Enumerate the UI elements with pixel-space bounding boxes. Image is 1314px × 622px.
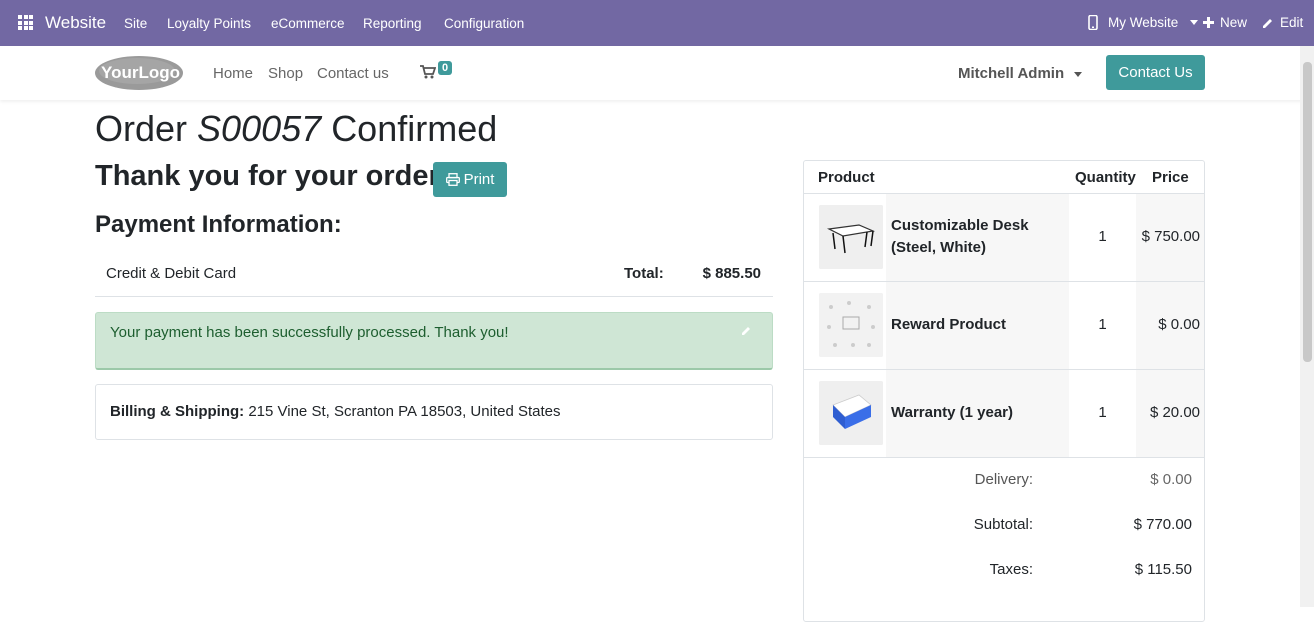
cart-count-badge: 0 bbox=[438, 61, 453, 75]
product-quantity: 1 bbox=[1098, 316, 1107, 333]
printer-icon bbox=[445, 173, 460, 186]
table-row: Warranty (1 year) 1 $ 20.00 bbox=[804, 370, 1204, 458]
summary-row: Taxes: $ 115.50 bbox=[804, 548, 1204, 593]
product-price: $ 0.00 bbox=[1158, 316, 1200, 333]
chevron-down-icon bbox=[1190, 20, 1199, 25]
contact-us-button[interactable]: Contact Us bbox=[1106, 55, 1205, 90]
user-name: Mitchell Admin bbox=[958, 65, 1065, 82]
menu-reporting[interactable]: Reporting bbox=[363, 16, 422, 31]
pencil-icon bbox=[1263, 18, 1272, 28]
print-label: Print bbox=[463, 171, 495, 188]
scrollbar-thumb[interactable] bbox=[1303, 62, 1312, 362]
shopping-cart-icon[interactable] bbox=[420, 65, 436, 79]
subtotal-value: $ 770.00 bbox=[1133, 516, 1192, 533]
nav-contact-us[interactable]: Contact us bbox=[317, 65, 389, 82]
menu-configuration[interactable]: Configuration bbox=[444, 16, 524, 31]
admin-topbar: Website Site Loyalty Points eCommerce Re… bbox=[0, 0, 1314, 46]
product-name: Reward Product bbox=[891, 316, 1007, 333]
logo-image[interactable]: YourLogo bbox=[95, 55, 183, 91]
product-variant: (Steel, White) bbox=[891, 239, 987, 256]
table-row: Customizable Desk (Steel, White) 1 $ 750… bbox=[804, 194, 1204, 282]
new-button[interactable]: New bbox=[1203, 15, 1247, 30]
pencil-icon[interactable] bbox=[741, 325, 752, 336]
delivery-value: $ 0.00 bbox=[1150, 471, 1192, 488]
page-title: Order S00057 Confirmed bbox=[95, 108, 498, 149]
site-header: YourLogo Home Shop Contact us 0 Mitchell… bbox=[0, 46, 1314, 100]
product-name: Customizable Desk bbox=[891, 217, 1029, 234]
plus-icon bbox=[1203, 17, 1214, 28]
chevron-down-icon bbox=[1074, 71, 1083, 77]
payment-success-alert: Your payment has been successfully proce… bbox=[95, 312, 773, 370]
product-quantity: 1 bbox=[1098, 228, 1107, 245]
total-value: $ 885.50 bbox=[702, 265, 761, 282]
product-name: Warranty (1 year) bbox=[891, 404, 1013, 421]
print-button[interactable]: Print bbox=[433, 162, 507, 197]
product-price: $ 750.00 bbox=[1141, 228, 1200, 245]
billing-shipping-address: Billing & Shipping: 215 Vine St, Scranto… bbox=[110, 403, 561, 420]
table-row: Reward Product 1 $ 0.00 bbox=[804, 282, 1204, 370]
thank-you-heading: Thank you for your order. bbox=[95, 160, 447, 192]
website-switcher[interactable]: My Website bbox=[1088, 15, 1199, 30]
new-label: New bbox=[1220, 15, 1248, 30]
product-price: $ 20.00 bbox=[1149, 404, 1200, 421]
menu-ecommerce[interactable]: eCommerce bbox=[271, 16, 345, 31]
nav-home[interactable]: Home bbox=[213, 65, 253, 82]
taxes-label: Taxes: bbox=[989, 561, 1033, 578]
subtotal-label: Subtotal: bbox=[973, 516, 1033, 533]
payment-info-heading: Payment Information: bbox=[95, 211, 342, 238]
edit-label: Edit bbox=[1280, 15, 1304, 30]
table-header: Product Quantity Price bbox=[804, 161, 1204, 195]
product-quantity: 1 bbox=[1098, 404, 1107, 421]
edit-button[interactable]: Edit bbox=[1262, 15, 1303, 30]
payment-row: Credit & Debit Card Total: $ 885.50 bbox=[95, 251, 773, 297]
column-price: Price bbox=[1152, 169, 1189, 186]
column-product: Product bbox=[818, 169, 875, 186]
taxes-value: $ 115.50 bbox=[1134, 561, 1192, 578]
nav-shop[interactable]: Shop bbox=[268, 65, 303, 82]
total-label: Total: bbox=[624, 265, 664, 282]
logo-text: YourLogo bbox=[101, 63, 180, 82]
website-switcher-label: My Website bbox=[1108, 15, 1179, 30]
success-message: Your payment has been successfully proce… bbox=[110, 324, 509, 341]
user-menu[interactable]: Mitchell Admin bbox=[958, 65, 1083, 82]
delivery-label: Delivery: bbox=[974, 471, 1033, 488]
apps-grid-icon[interactable] bbox=[18, 15, 33, 30]
order-summary-table: Product Quantity Price Customizable Desk… bbox=[803, 160, 1205, 622]
summary-row: Subtotal: $ 770.00 bbox=[804, 503, 1204, 548]
menu-loyalty-points[interactable]: Loyalty Points bbox=[167, 16, 251, 31]
order-number: S00057 bbox=[197, 108, 322, 149]
app-brand[interactable]: Website bbox=[45, 13, 106, 33]
reward-image bbox=[819, 293, 883, 357]
desk-image bbox=[819, 205, 883, 269]
warranty-box-image bbox=[819, 381, 883, 445]
payment-method: Credit & Debit Card bbox=[106, 265, 237, 282]
mobile-icon bbox=[1088, 15, 1098, 30]
menu-site[interactable]: Site bbox=[124, 16, 147, 31]
billing-shipping-card: Billing & Shipping: 215 Vine St, Scranto… bbox=[95, 384, 773, 440]
summary-row: Delivery: $ 0.00 bbox=[804, 458, 1204, 503]
column-quantity: Quantity bbox=[1075, 169, 1136, 186]
